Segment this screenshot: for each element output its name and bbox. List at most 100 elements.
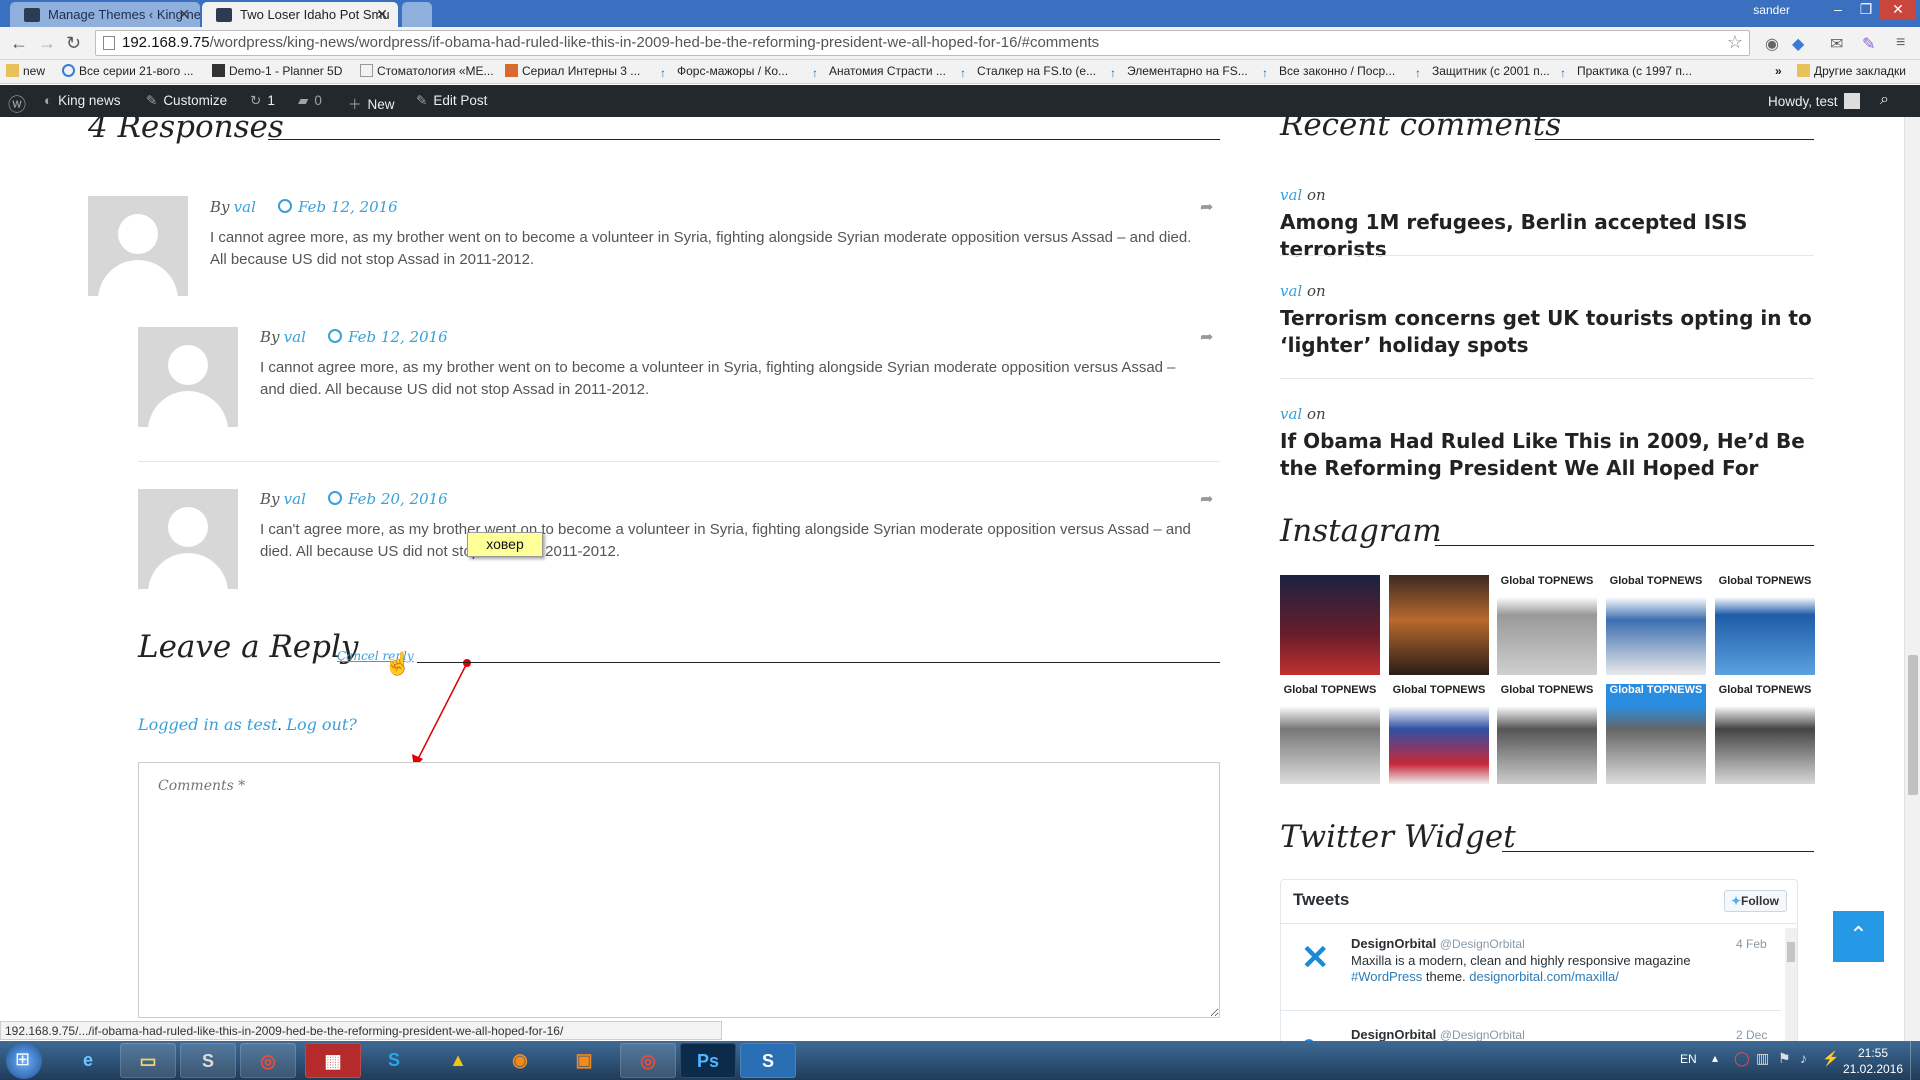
taskbar-clock[interactable]: 21:55 21.02.2016: [1838, 1045, 1908, 1077]
chrome-icon[interactable]: ◎: [240, 1043, 296, 1078]
recent-comment-author[interactable]: val: [1280, 186, 1302, 204]
twitter-follow-button[interactable]: ✦ Follow: [1724, 890, 1787, 912]
skype-icon[interactable]: S: [366, 1043, 422, 1078]
instagram-photo[interactable]: [1280, 575, 1380, 675]
sublime-icon[interactable]: S: [180, 1043, 236, 1078]
bookmark-item[interactable]: Demo-1 - Planner 5D: [212, 64, 342, 78]
tray-flag-icon[interactable]: ⚑: [1778, 1050, 1791, 1067]
tweet-author[interactable]: DesignOrbital @DesignOrbital: [1351, 936, 1525, 951]
ie-icon[interactable]: e: [60, 1043, 116, 1078]
tweet-url-link[interactable]: designorbital.com/maxilla/: [1469, 969, 1619, 984]
page-scrollbar[interactable]: [1904, 117, 1920, 1041]
drive-icon[interactable]: ▲: [430, 1043, 486, 1078]
xcv-app-icon[interactable]: ▦: [305, 1043, 361, 1078]
bookmark-item[interactable]: Стоматология «МЕ...: [360, 64, 494, 78]
instagram-photo[interactable]: [1389, 575, 1489, 675]
bookmark-item[interactable]: ↑ Форс-мажоры / Ко...: [660, 64, 788, 80]
recent-comment-author[interactable]: val: [1280, 405, 1302, 423]
address-bar[interactable]: 192.168.9.75/wordpress/king-news/wordpre…: [95, 30, 1750, 56]
admin-customize[interactable]: ✎ Customize: [146, 93, 227, 109]
bookmark-item[interactable]: Все серии 21-вого ...: [62, 64, 193, 78]
comment-author-link[interactable]: val: [284, 328, 306, 346]
explorer-folder-icon[interactable]: ▭: [120, 1043, 176, 1078]
browser-tab-current[interactable]: Two Loser Idaho Pot Smu ✕: [202, 2, 398, 27]
admin-new[interactable]: ＋ New: [348, 93, 395, 113]
office-icon[interactable]: ▣: [556, 1043, 612, 1078]
tray-network-icon[interactable]: ▥: [1756, 1050, 1769, 1067]
admin-updates[interactable]: ↻ 1: [250, 93, 275, 109]
tray-chevron-icon[interactable]: ▴: [1712, 1051, 1718, 1065]
reload-icon[interactable]: ↻: [66, 33, 81, 54]
show-desktop-button[interactable]: [1910, 1041, 1920, 1080]
bookmark-item[interactable]: Сериал Интерны 3 ...: [505, 64, 640, 78]
photoshop-icon[interactable]: Ps: [680, 1043, 736, 1078]
maximize-icon[interactable]: ❐: [1852, 0, 1880, 20]
bookmark-item[interactable]: ↑ Защитник (с 2001 п...: [1415, 64, 1550, 80]
admin-comments[interactable]: ▰ 0: [298, 93, 322, 109]
instagram-photo[interactable]: Global TOPNEWS: [1497, 684, 1597, 784]
instagram-photo[interactable]: Global TOPNEWS: [1715, 575, 1815, 675]
scroll-to-top-button[interactable]: ⌃: [1833, 911, 1884, 962]
recent-comment-post-link[interactable]: Terrorism concerns get UK tourists optin…: [1280, 305, 1820, 359]
comment-author-link[interactable]: val: [234, 198, 256, 216]
instagram-photo[interactable]: Global TOPNEWS: [1497, 575, 1597, 675]
bookmark-item[interactable]: new: [6, 64, 45, 78]
start-button[interactable]: ⊞: [6, 1043, 42, 1079]
tweet-author[interactable]: DesignOrbital @DesignOrbital: [1351, 1027, 1525, 1041]
tray-opera-icon[interactable]: ◯: [1734, 1050, 1750, 1067]
instagram-photo[interactable]: Global TOPNEWS: [1606, 684, 1706, 784]
comment-textarea[interactable]: [138, 762, 1220, 1018]
comment-author-link[interactable]: val: [284, 490, 306, 508]
close-tab-icon[interactable]: ✕: [376, 6, 388, 23]
bookmark-star-icon[interactable]: ☆: [1727, 32, 1743, 53]
forward-icon[interactable]: →: [38, 33, 56, 54]
minimize-icon[interactable]: –: [1824, 0, 1852, 20]
menu-icon[interactable]: ≡: [1896, 34, 1905, 52]
bookmark-item[interactable]: ↑ Элементарно на FS...: [1110, 64, 1248, 80]
tray-power-icon[interactable]: ⚡: [1822, 1050, 1839, 1067]
recent-comment-post-link[interactable]: If Obama Had Ruled Like This in 2009, He…: [1280, 428, 1820, 482]
logged-in-link[interactable]: Logged in as test: [138, 715, 277, 734]
logout-link[interactable]: Log out?: [286, 715, 357, 734]
reply-icon[interactable]: ➦: [1200, 489, 1213, 509]
tray-volume-icon[interactable]: ♪: [1800, 1050, 1807, 1066]
instagram-photo[interactable]: Global TOPNEWS: [1715, 684, 1815, 784]
back-icon[interactable]: ←: [10, 33, 28, 54]
adblock-icon[interactable]: ◉: [1765, 34, 1779, 54]
tweet-date[interactable]: 2 Dec: [1736, 1028, 1767, 1041]
mail-icon[interactable]: ✉: [1830, 34, 1843, 54]
recent-comment-author[interactable]: val: [1280, 282, 1302, 300]
new-tab-button[interactable]: [402, 2, 432, 27]
comment-date-link[interactable]: Feb 12, 2016: [348, 328, 448, 346]
tweet-hashtag-link[interactable]: #WordPress: [1351, 969, 1422, 984]
admin-site-name[interactable]: ◐ King news: [44, 93, 120, 108]
skitch-icon[interactable]: S: [740, 1043, 796, 1078]
admin-edit-post[interactable]: ✎ Edit Post: [416, 93, 487, 109]
bookmark-item[interactable]: ↑ Все законно / Поср...: [1262, 64, 1395, 80]
firefox-icon[interactable]: ◉: [492, 1043, 548, 1078]
tweet-date[interactable]: 4 Feb: [1736, 937, 1767, 951]
close-window-icon[interactable]: ✕: [1880, 0, 1916, 20]
comment-date-link[interactable]: Feb 20, 2016: [348, 490, 448, 508]
instagram-photo[interactable]: Global TOPNEWS: [1389, 684, 1489, 784]
bookmark-item[interactable]: ↑ Анатомия Страсти ...: [812, 64, 946, 80]
language-indicator[interactable]: EN: [1680, 1052, 1697, 1066]
bookmark-item[interactable]: ↑ Практика (с 1997 п...: [1560, 64, 1692, 80]
twitter-scrollbar[interactable]: [1785, 928, 1797, 1041]
other-bookmarks[interactable]: Другие закладки: [1797, 64, 1906, 78]
comment-date-link[interactable]: Feb 12, 2016: [298, 198, 398, 216]
admin-howdy[interactable]: Howdy, test: [1768, 93, 1860, 109]
bookmark-item[interactable]: ↑ Сталкер на FS.to (е...: [960, 64, 1096, 80]
pen-extension-icon[interactable]: ✎: [1862, 34, 1875, 54]
more-bookmarks-chevron-icon[interactable]: »: [1775, 64, 1782, 78]
reply-icon[interactable]: ➦: [1200, 197, 1213, 217]
chrome-icon[interactable]: ◎: [620, 1043, 676, 1078]
wordpress-logo-icon[interactable]: ⓦ: [8, 91, 26, 117]
instagram-photo[interactable]: Global TOPNEWS: [1606, 575, 1706, 675]
admin-search-icon[interactable]: ⌕: [1880, 91, 1889, 109]
close-tab-icon[interactable]: ✕: [178, 6, 190, 23]
extension-icon[interactable]: ◆: [1792, 34, 1804, 54]
instagram-photo[interactable]: Global TOPNEWS: [1280, 684, 1380, 784]
browser-tab-manage-themes[interactable]: Manage Themes ‹ King ne ✕: [10, 2, 200, 27]
reply-icon[interactable]: ➦: [1200, 327, 1213, 347]
